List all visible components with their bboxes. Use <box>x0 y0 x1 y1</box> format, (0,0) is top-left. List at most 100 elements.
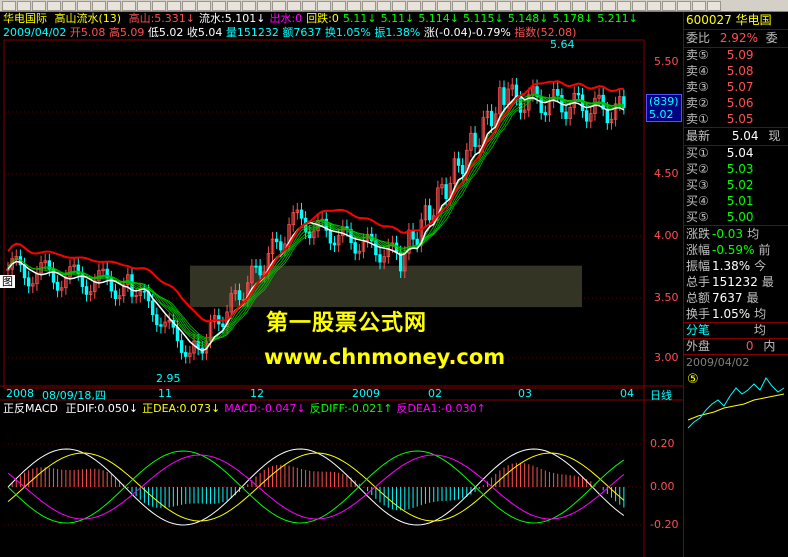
candle-body <box>576 92 581 96</box>
toolbar-button[interactable] <box>272 1 286 11</box>
toolbar-button[interactable] <box>602 1 616 11</box>
stock-name[interactable]: 华电国际 <box>3 12 47 25</box>
stat-row: 总额 7637 最 <box>686 290 788 306</box>
toolbar-button[interactable] <box>167 1 181 11</box>
bar-count: (839) <box>649 95 679 108</box>
toolbar-button[interactable] <box>557 1 571 11</box>
toolbar-button[interactable] <box>512 1 526 11</box>
stat-value: 1.38% <box>712 259 751 273</box>
toolbar-button[interactable] <box>677 1 691 11</box>
kline-chart[interactable] <box>0 12 683 557</box>
toolbar-button[interactable] <box>227 1 241 11</box>
toolbar-button[interactable] <box>332 1 346 11</box>
macd-title[interactable]: 正反MACD <box>3 402 58 415</box>
toolbar-button[interactable] <box>452 1 466 11</box>
bid-row-label: 买⑤ <box>686 210 709 224</box>
stat-label: 换手 <box>686 307 711 321</box>
bid-row[interactable]: 买④ 5.01 <box>686 193 788 209</box>
candle-body <box>605 108 610 124</box>
ask-row[interactable]: 卖① 5.05 <box>686 111 788 127</box>
toolbar-button[interactable] <box>482 1 496 11</box>
toolbar-button[interactable] <box>392 1 406 11</box>
toolbar-button[interactable] <box>692 1 706 11</box>
toolbar-button[interactable] <box>467 1 481 11</box>
toolbar-button[interactable] <box>497 1 511 11</box>
toolbar-button[interactable] <box>362 1 376 11</box>
toolbar-button[interactable] <box>182 1 196 11</box>
bid-row-price: 5.03 <box>726 162 754 176</box>
toolbar-button[interactable] <box>347 1 361 11</box>
toolbar-button[interactable] <box>302 1 316 11</box>
formula-params: (13) <box>98 12 122 25</box>
weibi-value: 2.92% <box>719 31 758 45</box>
period-label[interactable]: 日线 <box>650 387 672 403</box>
toolbar-button[interactable] <box>32 1 46 11</box>
macd-tick-label: 0.20 <box>650 437 675 450</box>
toolbar-button[interactable] <box>542 1 556 11</box>
candle-body <box>113 290 118 300</box>
formula-name[interactable]: 高山流水 <box>55 12 99 25</box>
toolbar-button[interactable] <box>152 1 166 11</box>
price-tick-label: 3.00 <box>654 351 679 364</box>
toolbar-button[interactable] <box>437 1 451 11</box>
toolbar-button[interactable] <box>212 1 226 11</box>
figure-tag[interactable]: 图 <box>0 275 15 288</box>
toolbar-button[interactable] <box>317 1 331 11</box>
toolbar-button[interactable] <box>107 1 121 11</box>
toolbar-button[interactable] <box>617 1 631 11</box>
candle-body <box>258 265 262 276</box>
bid-row[interactable]: 买③ 5.02 <box>686 177 788 193</box>
ask-row[interactable]: 卖④ 5.08 <box>686 63 788 79</box>
info-change: 涨(-0.04)-0.79% <box>423 26 511 39</box>
ask-row[interactable]: 卖② 5.06 <box>686 95 788 111</box>
toolbar-button[interactable] <box>527 1 541 11</box>
ask-row[interactable]: 卖③ 5.07 <box>686 79 788 95</box>
toolbar-button[interactable] <box>422 1 436 11</box>
fenbi-tab[interactable]: 分笔 <box>686 323 710 337</box>
candle-body <box>55 281 60 291</box>
toolbar-button[interactable] <box>242 1 256 11</box>
info-amplitude: 振1.38% <box>374 26 421 39</box>
toolbar-button[interactable] <box>572 1 586 11</box>
toolbar-button[interactable] <box>587 1 601 11</box>
info-date: 2009/04/02 <box>3 26 67 39</box>
bid-row-price: 5.04 <box>726 146 754 160</box>
toolbar-button[interactable] <box>2 1 16 11</box>
bid-row[interactable]: 买① 5.04 <box>686 145 788 161</box>
ask-row[interactable]: 卖⑤ 5.09 <box>686 47 788 63</box>
toolbar-button[interactable] <box>77 1 91 11</box>
toolbar-button[interactable] <box>62 1 76 11</box>
toolbar-button[interactable] <box>47 1 61 11</box>
toolbar-button[interactable] <box>632 1 646 11</box>
toolbar-button[interactable] <box>662 1 676 11</box>
toolbar-button[interactable] <box>707 1 721 11</box>
toolbar-button[interactable] <box>647 1 661 11</box>
bid-row[interactable]: 买② 5.03 <box>686 161 788 177</box>
toolbar-button[interactable] <box>377 1 391 11</box>
stat-extra: 最 <box>746 291 759 305</box>
toolbar-button[interactable] <box>257 1 271 11</box>
bid-row[interactable]: 买⑤ 5.00 <box>686 209 788 225</box>
candle-body <box>254 265 258 268</box>
candle-body <box>159 324 163 327</box>
info-turnover: 换1.05% <box>324 26 371 39</box>
stat-row: 换手 1.05% 均 <box>686 306 788 322</box>
date-tick-label: 12 <box>250 387 264 400</box>
candle-body <box>328 229 333 244</box>
last-price: 5.04 <box>731 129 759 143</box>
toolbar-button[interactable] <box>287 1 301 11</box>
toolbar-button[interactable] <box>137 1 151 11</box>
toolbar-button[interactable] <box>17 1 31 11</box>
stat-label: 总额 <box>686 291 711 305</box>
neipan-label: 内 <box>763 339 776 353</box>
formula-header: 华电国际 高山流水(13) 高山:5.331↓ 流水:5.101↓ 出水:0 回跌:0… <box>3 12 638 25</box>
toolbar-button[interactable] <box>92 1 106 11</box>
candle-body <box>456 158 461 166</box>
quote-panel: 600027 华电国 委比 2.92% 委 卖⑤ 5.09 卖④ 5.08 卖③ 5.07… <box>683 12 788 557</box>
ask-row-price: 5.07 <box>726 80 754 94</box>
stat-label: 涨跌 <box>686 227 711 241</box>
toolbar-button[interactable] <box>197 1 211 11</box>
toolbar-button[interactable] <box>407 1 421 11</box>
toolbar-button[interactable] <box>122 1 136 11</box>
macd-value-4: 反DEA1:-0.030↑ <box>396 402 486 415</box>
